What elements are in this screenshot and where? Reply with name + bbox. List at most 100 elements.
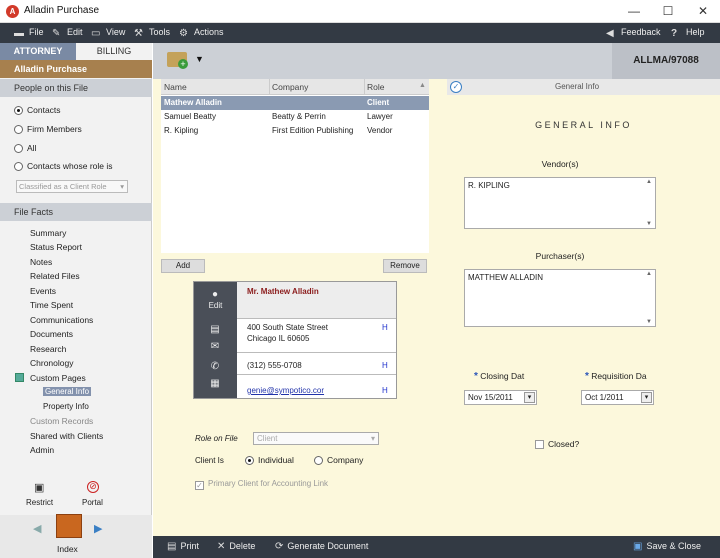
- menu-view[interactable]: ▭ View: [91, 27, 125, 39]
- nav-status-report[interactable]: Status Report: [30, 242, 82, 252]
- column-divider: [269, 79, 270, 95]
- address-line-2: Chicago IL 60605: [247, 334, 310, 343]
- arrow-right-icon[interactable]: ▶: [94, 522, 102, 535]
- new-folder-icon[interactable]: [167, 52, 188, 69]
- scroll-up-icon[interactable]: ▲: [646, 271, 652, 277]
- index-box-icon[interactable]: [56, 514, 82, 538]
- radio-contacts-role[interactable]: Contacts whose role is: [14, 161, 113, 171]
- feedback-button[interactable]: ◀ Feedback: [606, 27, 661, 39]
- closed-checkbox[interactable]: Closed?: [535, 439, 579, 449]
- primary-client-label: Primary Client for Accounting Link: [208, 479, 329, 488]
- menu-edit[interactable]: ✎ Edit: [52, 27, 83, 39]
- email-link[interactable]: genie@sympotico.cor: [247, 386, 324, 395]
- close-window-button[interactable]: ✕: [686, 0, 720, 23]
- portal-label[interactable]: Portal: [82, 498, 103, 507]
- phone-icon: ✆: [210, 361, 220, 372]
- radio-contacts[interactable]: Contacts: [14, 105, 61, 115]
- vendor-field[interactable]: R. KIPLING ▲ ▼: [464, 177, 656, 229]
- nav-related-files[interactable]: Related Files: [30, 271, 80, 281]
- radio-firm-members[interactable]: Firm Members: [14, 124, 82, 134]
- menu-actions[interactable]: ⚙ Actions: [179, 27, 224, 39]
- nav-custom-records[interactable]: Custom Records: [30, 416, 93, 426]
- primary-client-checkbox[interactable]: ✓ Primary Client for Accounting Link: [195, 479, 328, 490]
- nav-events[interactable]: Events: [30, 286, 56, 296]
- document-gear-icon: ⟳: [275, 541, 284, 552]
- column-name[interactable]: Name: [164, 82, 187, 92]
- divider: [237, 352, 396, 353]
- wrench-icon: ⚒: [134, 28, 143, 39]
- title-bar: A Alladin Purchase — ☐ ✕: [0, 0, 720, 23]
- menu-edit-label: Edit: [67, 27, 83, 37]
- people-grid: Name Company Role ▲ Mathew Alladin Clien…: [161, 79, 429, 253]
- nav-shared-with-clients[interactable]: Shared with Clients: [30, 431, 103, 441]
- role-filter-select[interactable]: Classified as a Client Role ▾: [16, 180, 128, 193]
- general-info-tab: ✓ General Info: [447, 79, 720, 95]
- print-label: Print: [180, 541, 199, 551]
- row-role: Client: [367, 98, 390, 107]
- requisition-date-select[interactable]: Oct 1/2011 ▾: [581, 390, 654, 405]
- general-info-title: GENERAL INFO: [535, 120, 632, 130]
- save-close-button[interactable]: ▣ Save & Close: [633, 541, 701, 552]
- role-on-file-select[interactable]: Client ▾: [253, 432, 379, 445]
- sidebar: ATTORNEY BILLING Alladin Purchase People…: [0, 43, 152, 558]
- table-row[interactable]: R. Kipling First Edition Publishing Vend…: [161, 124, 429, 138]
- radio-contacts-role-label: Contacts whose role is: [27, 161, 113, 171]
- index-panel: ◀ ▶ Index: [0, 514, 152, 558]
- nav-chronology[interactable]: Chronology: [30, 358, 73, 368]
- scroll-down-icon[interactable]: ▼: [646, 319, 652, 325]
- role-filter-value: Classified as a Client Role: [19, 182, 107, 191]
- maximize-button[interactable]: ☐: [651, 0, 685, 23]
- card-rail: ● Edit ▤ ✉ ✆ ▦: [194, 282, 237, 398]
- delete-button[interactable]: ✕ Delete: [217, 541, 255, 552]
- nav-general-info[interactable]: General Info: [43, 387, 92, 396]
- menu-tools[interactable]: ⚒ Tools: [134, 27, 170, 39]
- nav-admin[interactable]: Admin: [30, 445, 54, 455]
- nav-time-spent[interactable]: Time Spent: [30, 300, 73, 310]
- radio-company[interactable]: Company: [314, 455, 363, 465]
- divider: [237, 318, 396, 319]
- nav-notes[interactable]: Notes: [30, 257, 52, 267]
- radio-all[interactable]: All: [14, 143, 36, 153]
- role-on-file-label: Role on File: [195, 434, 238, 443]
- radio-icon: [314, 456, 323, 465]
- nav-communications[interactable]: Communications: [30, 315, 93, 325]
- nav-property-info[interactable]: Property Info: [43, 402, 89, 411]
- generate-document-button[interactable]: ⟳ Generate Document: [275, 541, 368, 552]
- edit-label[interactable]: Edit: [194, 301, 237, 310]
- radio-individual[interactable]: Individual: [245, 455, 294, 465]
- purchaser-field[interactable]: MATTHEW ALLADIN ▲ ▼: [464, 269, 656, 327]
- scroll-down-icon[interactable]: ▼: [646, 221, 652, 227]
- menu-file[interactable]: ▬ File: [14, 27, 44, 39]
- tab-attorney[interactable]: ATTORNEY: [0, 43, 76, 60]
- minimize-button[interactable]: —: [617, 0, 651, 23]
- chevron-down-icon[interactable]: ▼: [195, 54, 204, 64]
- nav-research[interactable]: Research: [30, 344, 66, 354]
- phone-number: (312) 555-0708: [247, 361, 302, 370]
- check-circle-icon[interactable]: ✓: [450, 81, 462, 93]
- scroll-up-icon[interactable]: ▲: [646, 179, 652, 185]
- chevron-down-icon: ▾: [524, 392, 535, 403]
- table-row[interactable]: Mathew Alladin Client: [161, 96, 429, 110]
- arrow-left-icon[interactable]: ◀: [33, 522, 41, 535]
- column-company[interactable]: Company: [272, 82, 308, 92]
- sort-icon[interactable]: ▲: [419, 82, 426, 89]
- fax-icon: ▦: [210, 378, 220, 389]
- row-company: First Edition Publishing: [272, 126, 354, 135]
- add-button[interactable]: Add: [161, 259, 205, 273]
- restrict-label[interactable]: Restrict: [26, 498, 53, 507]
- column-role[interactable]: Role: [367, 82, 384, 92]
- nav-documents[interactable]: Documents: [30, 329, 73, 339]
- restrict-icon[interactable]: ▣: [34, 481, 44, 494]
- closing-date-select[interactable]: Nov 15/2011 ▾: [464, 390, 537, 405]
- purchaser-value: MATTHEW ALLADIN: [468, 273, 543, 282]
- portal-icon[interactable]: ⊘: [87, 481, 99, 493]
- help-button[interactable]: ? Help: [671, 27, 705, 39]
- tab-billing[interactable]: BILLING: [76, 43, 152, 60]
- nav-custom-pages[interactable]: Custom Pages: [30, 373, 86, 383]
- person-icon[interactable]: ●: [209, 290, 221, 300]
- table-row[interactable]: Samuel Beatty Beatty & Perrin Lawyer: [161, 110, 429, 124]
- nav-summary[interactable]: Summary: [30, 228, 66, 238]
- print-button[interactable]: ▤ Print: [167, 541, 199, 552]
- required-icon: *: [474, 371, 478, 382]
- remove-button[interactable]: Remove: [383, 259, 427, 273]
